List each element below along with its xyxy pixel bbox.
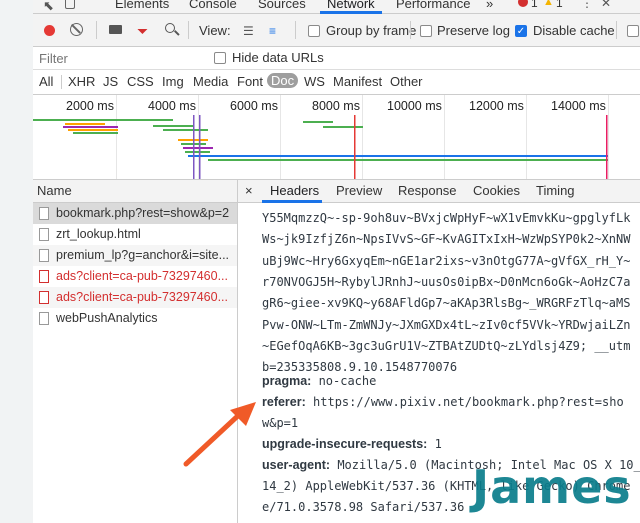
close-devtools-icon[interactable]: ✕ xyxy=(601,0,611,10)
tab-sources[interactable]: Sources xyxy=(258,0,306,11)
toolbar-separator xyxy=(295,21,296,39)
document-icon xyxy=(39,291,49,304)
request-name: premium_lp?g=anchor&i=site... xyxy=(56,248,230,262)
filter-ws[interactable]: WS xyxy=(304,74,325,89)
tab-timing[interactable]: Timing xyxy=(536,183,575,198)
waterfall-view-icon[interactable]: ≡ xyxy=(269,24,276,38)
tab-network[interactable]: Network xyxy=(327,0,375,11)
request-row[interactable]: webPushAnalytics xyxy=(33,308,237,329)
hide-data-urls-label: Hide data URLs xyxy=(232,50,324,65)
annotation-arrow xyxy=(183,402,256,467)
inspect-icon[interactable]: ⬉ xyxy=(43,0,54,13)
view-label: View: xyxy=(199,23,231,38)
request-name: ads?client=ca-pub-73297460... xyxy=(56,269,229,283)
filter-css[interactable]: CSS xyxy=(127,74,154,89)
filter-media[interactable]: Media xyxy=(193,74,228,89)
page-left-margin xyxy=(0,0,34,523)
overview-waterfall xyxy=(33,115,608,179)
request-row[interactable]: ads?client=ca-pub-73297460... xyxy=(33,266,237,287)
network-toolbar: ⏷ View: ☰ ≡ Group by frame Preserve log … xyxy=(33,14,640,47)
document-icon xyxy=(39,270,49,283)
header-value: 1 xyxy=(434,437,442,451)
warning-count[interactable]: 1 xyxy=(556,0,563,10)
tab-elements[interactable]: Elements xyxy=(115,0,169,11)
device-toggle-icon[interactable] xyxy=(65,0,75,9)
document-icon xyxy=(39,228,49,241)
group-by-frame-label: Group by frame xyxy=(326,23,417,38)
warning-icon: ▲ xyxy=(543,0,554,8)
filter-other[interactable]: Other xyxy=(390,74,423,89)
header-key: user-agent: xyxy=(262,458,331,472)
request-list: bookmark.php?rest=show&p=2 zrt_lookup.ht… xyxy=(33,203,238,523)
type-separator xyxy=(61,75,62,89)
header-key: pragma: xyxy=(262,374,312,388)
header-key: upgrade-insecure-requests: xyxy=(262,437,428,451)
header-value: https://www.pixiv.net/bookmark.php?rest=… xyxy=(313,395,624,409)
toolbar-separator xyxy=(410,21,411,39)
cookie-value-line: ~EGefOqA6KB~3gc3uGrU1V~ZTBAtZUDtQ~zLYdls… xyxy=(262,339,631,353)
filter-doc[interactable]: Doc xyxy=(267,73,299,88)
header-referer: referer: https://www.pixiv.net/bookmark.… xyxy=(262,392,624,413)
resource-type-filters: All XHR JS CSS Img Media Font Doc WS Man… xyxy=(33,70,640,95)
filter-js[interactable]: JS xyxy=(103,74,118,89)
tab-preview[interactable]: Preview xyxy=(336,183,382,198)
toolbar-separator xyxy=(188,21,189,39)
more-tabs-icon[interactable]: » xyxy=(486,0,493,11)
network-overview[interactable]: 2000 ms 4000 ms 6000 ms 8000 ms 10000 ms… xyxy=(33,95,640,180)
filter-xhr[interactable]: XHR xyxy=(68,74,95,89)
request-row[interactable]: zrt_lookup.html xyxy=(33,224,237,245)
more-options-icon[interactable]: ⋮ xyxy=(581,0,593,10)
record-icon[interactable] xyxy=(44,25,55,36)
request-name: webPushAnalytics xyxy=(56,311,158,325)
request-row[interactable]: premium_lp?g=anchor&i=site... xyxy=(33,245,237,266)
error-icon xyxy=(518,0,528,7)
close-detail-icon[interactable]: × xyxy=(245,183,253,198)
cookie-value-line: Ws~jk9IzfjZ6n~NpsIVvS~GF~KvAGITxIxH~WzWp… xyxy=(262,232,631,246)
search-icon[interactable] xyxy=(165,23,180,36)
preserve-log-label: Preserve log xyxy=(437,23,510,38)
error-count[interactable]: 1 xyxy=(531,0,538,10)
watermark-text: James xyxy=(472,460,632,514)
name-column-label: Name xyxy=(37,183,72,198)
filter-all[interactable]: All xyxy=(39,74,53,89)
tab-performance[interactable]: Performance xyxy=(396,0,470,11)
tab-response[interactable]: Response xyxy=(398,183,457,198)
filter-manifest[interactable]: Manifest xyxy=(333,74,382,89)
request-name: ads?client=ca-pub-73297460... xyxy=(56,290,229,304)
name-column-header[interactable]: Name xyxy=(33,180,238,203)
request-row[interactable]: ads?client=ca-pub-73297460... xyxy=(33,287,237,308)
filter-input[interactable] xyxy=(37,49,201,68)
document-icon xyxy=(39,249,49,262)
toolbar-separator xyxy=(96,21,97,39)
filter-font[interactable]: Font xyxy=(237,74,263,89)
cookie-value-line: Y55MqmzzQ~-sp-9oh8uv~BVxjcWpHyF~wX1vEmvk… xyxy=(262,211,631,225)
request-name: zrt_lookup.html xyxy=(56,227,141,241)
request-name: bookmark.php?rest=show&p=2 xyxy=(56,206,230,220)
tab-cookies[interactable]: Cookies xyxy=(473,183,520,198)
filter-img[interactable]: Img xyxy=(162,74,184,89)
cookie-value-line: r70NVOGJ5H~RybylJRnhJ~uusOs0ipBx~D0nMcn6… xyxy=(262,275,631,289)
disable-cache-label: Disable cache xyxy=(533,23,615,38)
cookie-value-line: gR6~giee-xv9KQ~y68AFldGp7~aKAp3RlsBg~_WR… xyxy=(262,296,631,310)
screenshot-icon[interactable] xyxy=(109,25,122,34)
tab-console[interactable]: Console xyxy=(189,0,237,11)
document-icon xyxy=(39,312,49,325)
header-value-continued: e/71.0.3578.98 Safari/537.36 xyxy=(262,500,465,514)
header-value: no-cache xyxy=(318,374,377,388)
watermark-logo: James xyxy=(468,460,638,520)
clear-icon[interactable] xyxy=(70,23,83,36)
header-upgrade-insecure-requests: upgrade-insecure-requests: 1 xyxy=(262,434,442,455)
cookie-value-line: Pvw-ONW~LTm-ZmWNJy~JXmGXDx4tL~zIv0cf5VVk… xyxy=(262,318,631,332)
filter-row: Hide data URLs xyxy=(33,47,640,70)
large-rows-icon[interactable]: ☰ xyxy=(243,24,254,38)
tab-headers[interactable]: Headers xyxy=(270,183,319,198)
offline-checkbox[interactable] xyxy=(627,25,639,37)
request-row[interactable]: bookmark.php?rest=show&p=2 xyxy=(33,203,237,224)
cookie-value-line: uBj9Wc~Hry6GxyqEm~nGE1ar2ixs~v3nOtgG77A~… xyxy=(262,254,631,268)
header-pragma: pragma: no-cache xyxy=(262,371,376,392)
filter-icon[interactable]: ⏷ xyxy=(137,23,148,40)
toolbar-separator xyxy=(616,21,617,39)
document-icon xyxy=(39,207,49,220)
